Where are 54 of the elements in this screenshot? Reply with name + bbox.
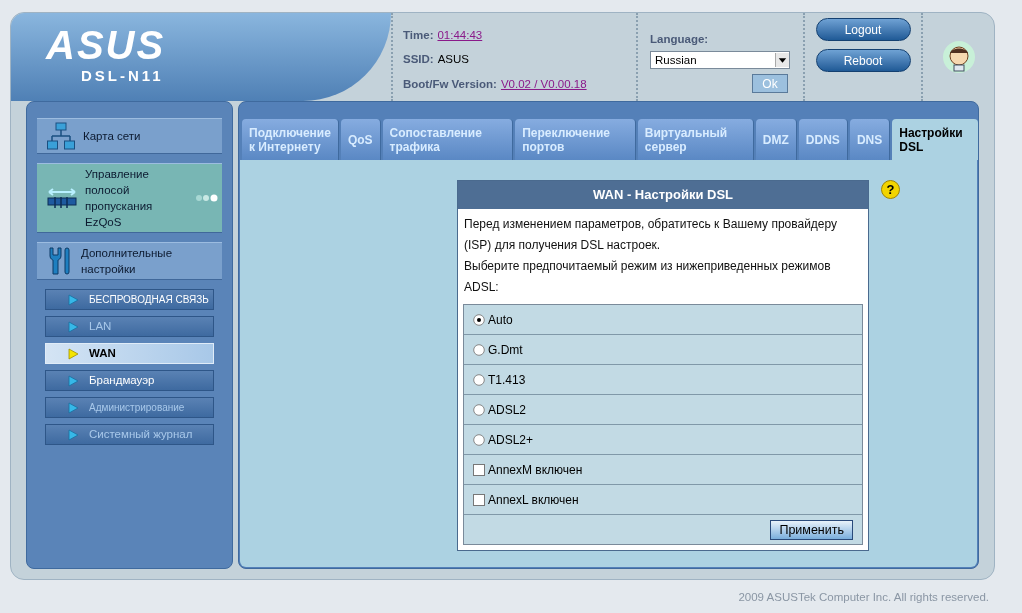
- triangle-icon: [68, 293, 79, 306]
- checkbox[interactable]: [473, 463, 485, 476]
- ssid-value: ASUS: [437, 52, 469, 68]
- bandwidth-icon: [47, 186, 77, 210]
- help-button[interactable]: ?: [881, 180, 900, 199]
- submenu-item[interactable]: БЕСПРОВОДНАЯ СВЯЗЬ: [45, 289, 214, 310]
- description-text: Выберите предпочитаемый режим из нижеприведенных режимов ADSL:: [464, 258, 832, 296]
- option-row[interactable]: Auto: [464, 305, 862, 335]
- option-row[interactable]: ADSL2: [464, 395, 862, 425]
- language-select[interactable]: Russian: [650, 51, 790, 70]
- mascot-icon: [941, 40, 976, 74]
- option-row[interactable]: AnnexL включен: [464, 485, 862, 515]
- ssid-label: SSID:: [403, 52, 434, 68]
- radio-button[interactable]: [473, 343, 485, 356]
- sidebar-item[interactable]: Карта сети: [37, 118, 222, 154]
- option-row[interactable]: G.Dmt: [464, 335, 862, 365]
- tools-icon: [47, 246, 73, 276]
- firmware-link[interactable]: V0.02 / V0.00.18: [500, 75, 587, 93]
- stars-icon: [196, 194, 218, 202]
- apply-button[interactable]: Применить: [770, 519, 853, 540]
- triangle-icon: [68, 428, 79, 441]
- header-button[interactable]: Reboot: [815, 49, 911, 72]
- triangle-icon: [68, 374, 79, 387]
- firmware-label: Boot/Fw Version:: [403, 76, 497, 92]
- radio-button[interactable]: [473, 373, 485, 386]
- triangle-icon: [68, 401, 79, 414]
- copyright-text: 2009 ASUSTek Computer Inc. All rights reserved.: [738, 590, 989, 605]
- radio-button[interactable]: [473, 403, 485, 416]
- language-label: Language:: [650, 32, 710, 47]
- time-label: Time:: [403, 28, 434, 43]
- option-row[interactable]: T1.413: [464, 365, 862, 395]
- triangle-icon: [68, 347, 79, 360]
- submenu-item[interactable]: Брандмауэр: [45, 370, 214, 391]
- description-text: Перед изменением параметров, обратитесь к Вашему провайдеру (ISP) для получения DSL настроек.: [464, 216, 839, 254]
- submenu-item[interactable]: Администрирование: [45, 397, 214, 418]
- sidebar-item[interactable]: Управление полосой пропускания EzQoS: [37, 163, 222, 233]
- checkbox[interactable]: [473, 493, 485, 506]
- submenu-item[interactable]: WAN: [45, 343, 214, 364]
- submenu-item[interactable]: Системный журнал: [45, 424, 214, 445]
- tab[interactable]: Настройки DSL: [892, 119, 978, 160]
- submenu-item[interactable]: LAN: [45, 316, 214, 337]
- logo: ASUS: [46, 25, 166, 65]
- header-button[interactable]: Logout: [815, 18, 911, 41]
- tab[interactable]: Виртуальный сервер: [637, 119, 754, 160]
- option-row[interactable]: AnnexM включен: [464, 455, 862, 485]
- model-name: DSL-N11: [81, 66, 164, 86]
- option-row[interactable]: ADSL2+: [464, 425, 862, 455]
- sidebar-item[interactable]: Дополнительные настройки: [37, 242, 222, 280]
- triangle-icon: [68, 320, 79, 333]
- time-link[interactable]: 01:44:43: [437, 27, 483, 45]
- panel-title: WAN - Настройки DSL: [458, 181, 868, 209]
- radio-button[interactable]: [473, 313, 485, 326]
- network-icon: [47, 122, 75, 150]
- radio-button[interactable]: [473, 433, 485, 446]
